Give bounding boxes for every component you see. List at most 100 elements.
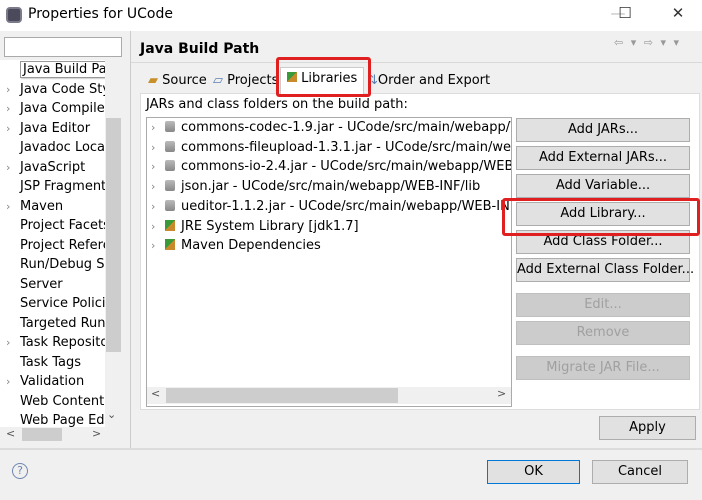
- sidebar-item[interactable]: Task Tags: [6, 355, 81, 374]
- chevron-right-icon[interactable]: ›: [151, 160, 165, 173]
- chevron-right-icon[interactable]: ›: [6, 102, 20, 115]
- sidebar-item[interactable]: Project Refere: [6, 238, 105, 257]
- library-entry[interactable]: › JRE System Library [jdk1.7]: [151, 219, 359, 234]
- chevron-right-icon[interactable]: ›: [6, 83, 20, 96]
- folder-icon: ▱: [213, 73, 223, 88]
- sidebar-item[interactable]: Server: [6, 277, 63, 296]
- filter-input[interactable]: [4, 37, 122, 57]
- sidebar-vertical-scroll-thumb[interactable]: [106, 118, 121, 352]
- sidebar-item-label: Java Build Path: [20, 61, 105, 78]
- library-list[interactable]: › commons-codec-1.9.jar - UCode/src/main/…: [146, 117, 512, 407]
- sidebar-item[interactable]: Run/Debug S: [6, 257, 104, 276]
- sidebar-item-label: Maven: [20, 198, 64, 214]
- entry-label: Maven Dependencies: [181, 238, 321, 254]
- tab-projects[interactable]: ▱ Projects: [207, 70, 284, 93]
- sidebar-item[interactable]: › Task Reposito: [6, 335, 105, 354]
- sidebar-item[interactable]: Java Build Path: [6, 61, 105, 81]
- sidebar-item[interactable]: › Validation: [6, 374, 84, 393]
- chevron-right-icon[interactable]: ›: [6, 161, 20, 174]
- sidebar-item-label: Run/Debug S: [20, 257, 105, 272]
- library-entry[interactable]: › Maven Dependencies: [151, 238, 321, 253]
- sidebar-item-label: Java Compiler: [20, 101, 105, 116]
- pane-divider[interactable]: [130, 31, 131, 449]
- help-icon[interactable]: ?: [12, 463, 28, 479]
- library-entry[interactable]: › commons-codec-1.9.jar - UCode/src/main/…: [151, 120, 511, 135]
- chevron-right-icon[interactable]: ›: [6, 336, 20, 349]
- sidebar-horizontal-scroll-thumb[interactable]: [22, 428, 62, 441]
- remove-button[interactable]: Remove: [516, 321, 690, 345]
- scroll-right-icon[interactable]: >: [92, 427, 101, 440]
- add-variable-button[interactable]: Add Variable...: [516, 174, 690, 198]
- entry-label: json.jar - UCode/src/main/webapp/WEB-INF…: [181, 179, 481, 195]
- page-title: Java Build Path: [140, 41, 260, 57]
- sidebar-item-label: Task Tags: [20, 354, 81, 370]
- chevron-right-icon[interactable]: ›: [151, 200, 165, 213]
- add-external-jars-button[interactable]: Add External JARs...: [516, 146, 690, 170]
- sidebar-item[interactable]: › Maven: [6, 199, 63, 218]
- sidebar-item-label: Java Code Sty: [20, 81, 105, 97]
- chevron-right-icon[interactable]: ›: [6, 200, 20, 213]
- library-entry[interactable]: › ueditor-1.1.2.jar - UCode/src/main/weba…: [151, 198, 512, 214]
- sidebar-item-label: JSP Fragment: [20, 179, 105, 194]
- jar-icon: [165, 199, 175, 211]
- list-horizontal-scroll-thumb[interactable]: [166, 388, 398, 403]
- sidebar-item-label: Javadoc Locat: [20, 140, 105, 155]
- entry-label: commons-io-2.4.jar - UCode/src/main/weba…: [181, 159, 511, 175]
- sidebar-item[interactable]: Web Page Ed: [6, 413, 105, 427]
- navigation-arrows[interactable]: ⇦ ▾ ⇨ ▾ ▾: [614, 36, 681, 49]
- entry-label: ueditor-1.1.2.jar - UCode/src/main/webap…: [181, 198, 512, 214]
- edit-button[interactable]: Edit...: [516, 293, 690, 317]
- chevron-right-icon[interactable]: ›: [151, 121, 165, 134]
- tab-source[interactable]: ▰ Source: [142, 70, 213, 93]
- library-entry[interactable]: › json.jar - UCode/src/main/webapp/WEB-IN…: [151, 179, 480, 194]
- jar-icon: [165, 140, 175, 152]
- sidebar-item[interactable]: Javadoc Locat: [6, 140, 105, 159]
- chevron-right-icon[interactable]: ›: [151, 180, 165, 193]
- add-jars-button[interactable]: Add JARs...: [516, 118, 690, 142]
- sidebar-item[interactable]: › JavaScript: [6, 160, 85, 179]
- scroll-right-icon[interactable]: >: [497, 387, 506, 400]
- entry-label: commons-codec-1.9.jar - UCode/src/main/w…: [181, 120, 511, 135]
- sidebar-item[interactable]: JSP Fragment: [6, 179, 105, 198]
- add-external-class-folder-button[interactable]: Add External Class Folder...: [516, 258, 694, 282]
- sidebar-item[interactable]: › Java Compiler: [6, 101, 105, 120]
- build-path-description: JARs and class folders on the build path…: [146, 97, 408, 112]
- migrate-jar-button[interactable]: Migrate JAR File...: [516, 356, 690, 380]
- library-entry[interactable]: › commons-fileupload-1.3.1.jar - UCode/sr…: [151, 139, 511, 155]
- sidebar-item[interactable]: Service Policie: [6, 296, 105, 315]
- sidebar-item[interactable]: Targeted Run: [6, 316, 105, 335]
- sidebar-item[interactable]: Web Content: [6, 394, 104, 413]
- maximize-button[interactable]: ☐: [610, 4, 640, 26]
- chevron-right-icon[interactable]: ›: [6, 122, 20, 135]
- cancel-button[interactable]: Cancel: [592, 460, 688, 484]
- chevron-right-icon[interactable]: ›: [151, 141, 165, 154]
- sidebar-item[interactable]: › Java Code Sty: [6, 82, 105, 101]
- chevron-right-icon[interactable]: ›: [6, 375, 20, 388]
- apply-button[interactable]: Apply: [599, 416, 696, 440]
- tab-order-and-export[interactable]: ⇅Order and Export: [361, 70, 496, 93]
- tab-label: Order and Export: [377, 73, 491, 88]
- library-entry[interactable]: › commons-io-2.4.jar - UCode/src/main/web…: [151, 159, 511, 175]
- jar-icon: [165, 121, 175, 132]
- sidebar-item[interactable]: › Java Editor: [6, 121, 90, 140]
- property-tree: Java Build Path›Java Code Sty›Java Compi…: [0, 60, 105, 427]
- sidebar-item-label: Targeted Run: [20, 315, 105, 331]
- scroll-left-icon[interactable]: <: [151, 387, 160, 400]
- entry-label: commons-fileupload-1.3.1.jar - UCode/src…: [181, 139, 511, 155]
- highlight-box: [276, 57, 371, 97]
- tab-label: Source: [162, 73, 207, 88]
- scroll-left-icon[interactable]: <: [6, 427, 15, 440]
- chevron-right-icon[interactable]: ›: [151, 220, 165, 233]
- sidebar-item-label: Project Facets: [20, 218, 105, 233]
- chevron-right-icon[interactable]: ›: [151, 239, 165, 252]
- sidebar-item[interactable]: Project Facets: [6, 218, 105, 237]
- window-title: Properties for UCode: [28, 6, 173, 22]
- sidebar-item-label: JavaScript: [20, 159, 86, 175]
- jar-icon: [165, 160, 175, 172]
- library-icon: [165, 219, 175, 231]
- close-button[interactable]: ✕: [663, 4, 693, 26]
- sidebar-item-label: Server: [20, 276, 63, 292]
- sidebar-item-label: Java Editor: [20, 120, 91, 136]
- scroll-down-icon[interactable]: ⌄: [107, 408, 116, 421]
- ok-button[interactable]: OK: [487, 460, 580, 484]
